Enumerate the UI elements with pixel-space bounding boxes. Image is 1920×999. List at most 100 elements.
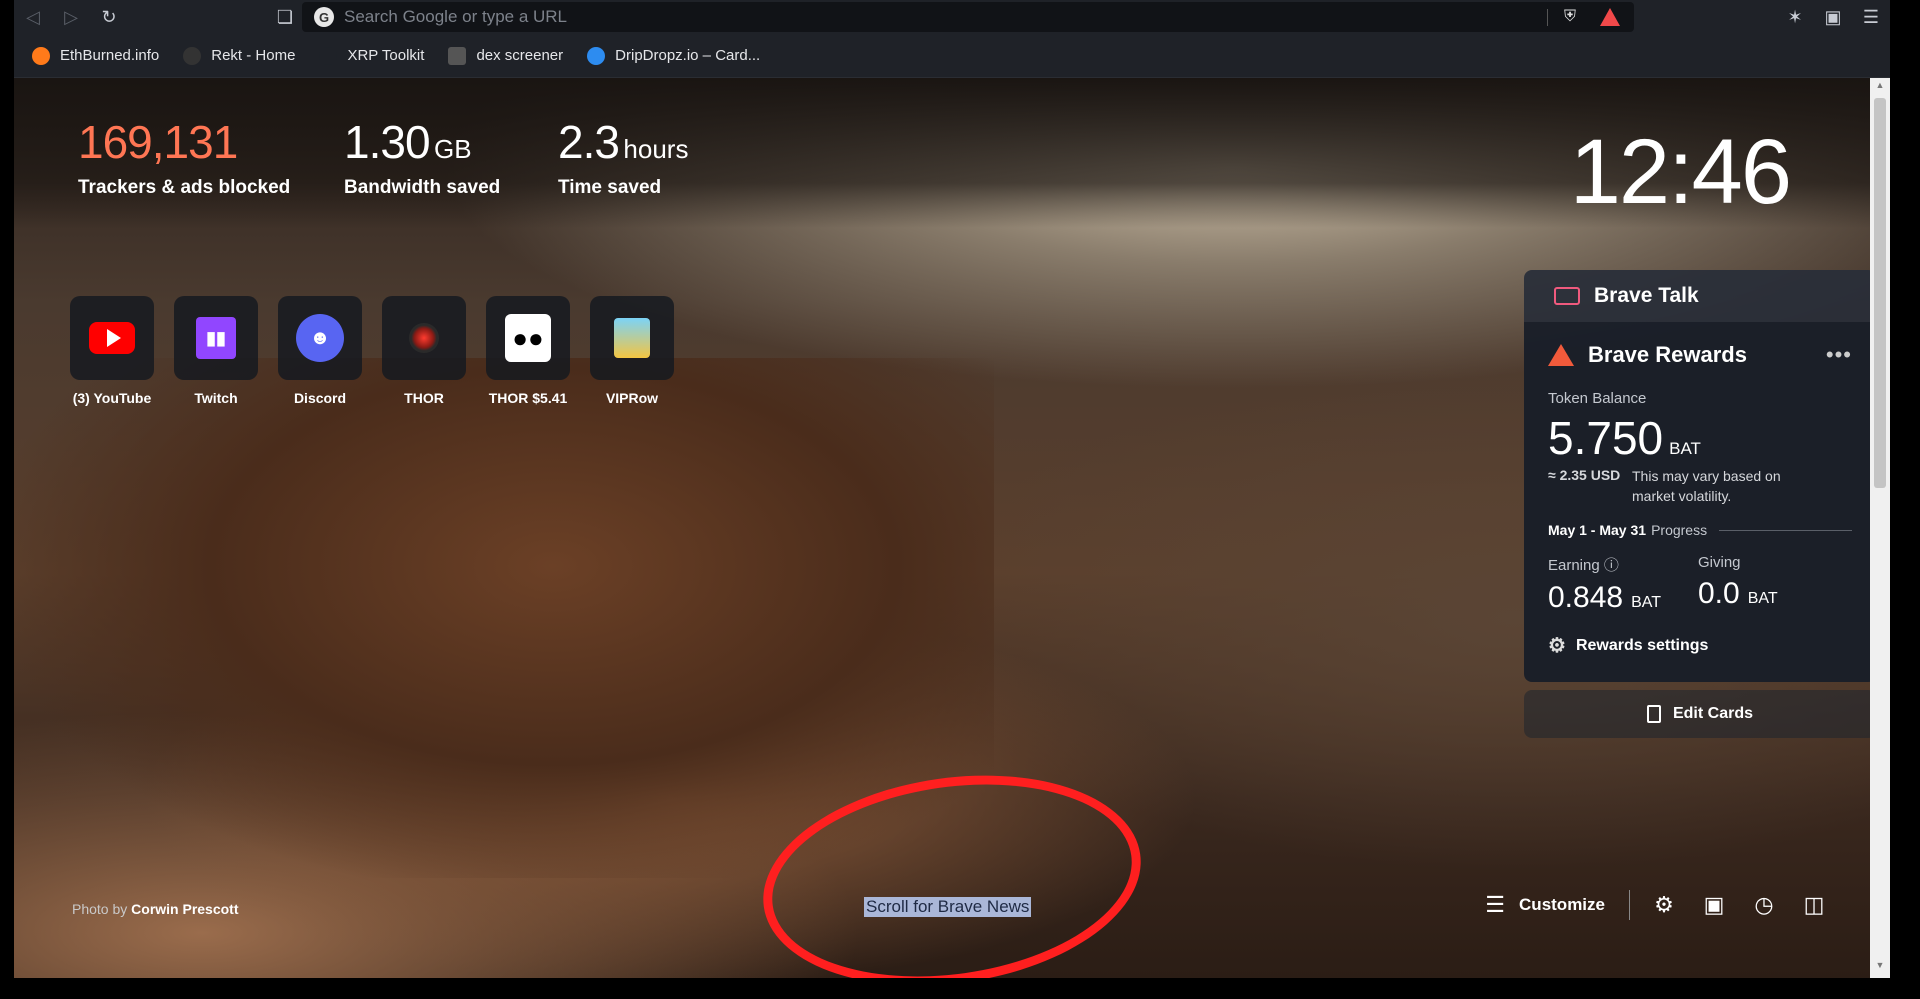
period-dates: May 1 - May 31 bbox=[1548, 522, 1647, 539]
bookmarks-bar: EthBurned.info Rekt - Home XRP Toolkit d… bbox=[14, 34, 1890, 78]
top-site-label: Twitch bbox=[194, 390, 238, 406]
stat-trackers: 169,131 Trackers & ads blocked bbox=[78, 115, 290, 199]
bottom-toolbar: ☰ Customize ⚙ ▣ ◷ ◫ bbox=[1485, 890, 1850, 920]
earning-label: Earning bbox=[1548, 557, 1600, 575]
rewards-settings-link[interactable]: ⚙ Rewards settings bbox=[1548, 633, 1852, 658]
forward-arrow-icon[interactable]: ▷ bbox=[52, 0, 90, 34]
scroll-up-icon[interactable]: ▲ bbox=[1870, 80, 1890, 96]
sliders-icon[interactable]: ☰ bbox=[1485, 892, 1505, 918]
top-site-label: VIPRow bbox=[605, 390, 659, 406]
bookmark-rekt[interactable]: Rekt - Home bbox=[183, 46, 296, 65]
bandwidth-unit: GB bbox=[433, 134, 472, 164]
bandwidth-value: 1.30 bbox=[344, 116, 431, 168]
token-balance-value: 5.750 bbox=[1548, 412, 1664, 464]
browser-toolbar: ◁ ▷ ↻ ❏ G Search Google or type a URL ⛨ … bbox=[14, 0, 1890, 34]
drop-icon bbox=[587, 46, 606, 65]
brave-talk-icon[interactable]: ◫ bbox=[1800, 892, 1828, 918]
rewards-settings-label: Rewards settings bbox=[1575, 636, 1709, 654]
settings-gear-icon[interactable]: ⚙ bbox=[1650, 892, 1678, 918]
photo-credit-author[interactable]: Corwin Prescott bbox=[131, 901, 238, 917]
token-balance-unit: BAT bbox=[1669, 439, 1701, 458]
top-site-label: THOR $5.41 bbox=[488, 390, 568, 406]
bookmarks-icon[interactable]: ▣ bbox=[1700, 892, 1728, 918]
earning-section: Earning ⓘ 0.848 BAT bbox=[1548, 554, 1698, 615]
giving-section: Giving 0.0 BAT bbox=[1698, 554, 1848, 615]
progress-label: Progress bbox=[1651, 522, 1708, 539]
stat-bandwidth: 1.30 GB Bandwidth saved bbox=[344, 115, 500, 199]
extensions-icon[interactable]: ✶ bbox=[1776, 0, 1814, 34]
divider bbox=[1719, 529, 1852, 531]
top-site-label: (3) YouTube bbox=[72, 390, 152, 406]
top-site-thor[interactable]: THOR bbox=[372, 296, 476, 406]
scrollbar-thumb[interactable] bbox=[1874, 98, 1886, 488]
gear-icon: ⚙ bbox=[1548, 635, 1566, 658]
brave-rewards-icon bbox=[1548, 344, 1574, 366]
bookmark-label: Rekt - Home bbox=[211, 47, 296, 64]
top-site-label: THOR bbox=[404, 390, 444, 406]
top-site-youtube[interactable]: (3) YouTube bbox=[60, 296, 164, 406]
top-site-thor-price[interactable]: ●● THOR $5.41 bbox=[476, 296, 580, 406]
edit-cards-label: Edit Cards bbox=[1672, 705, 1753, 722]
trackers-label: Trackers & ads blocked bbox=[78, 177, 291, 198]
brave-rewards-icon[interactable] bbox=[1600, 8, 1620, 26]
bookmark-label: XRP Toolkit bbox=[347, 47, 425, 64]
volatility-note: This may vary based on market volatility… bbox=[1632, 468, 1781, 504]
url-separator bbox=[1547, 9, 1548, 26]
bookmark-label: EthBurned.info bbox=[60, 47, 160, 64]
photo-credit: Photo by Corwin Prescott bbox=[72, 901, 239, 917]
bookmark-icon[interactable]: ❏ bbox=[266, 0, 304, 34]
info-icon[interactable]: ⓘ bbox=[1604, 557, 1619, 574]
brave-rewards-card: Brave Rewards ••• Token Balance 5.750 BA… bbox=[1524, 322, 1876, 682]
trackers-count: 169,131 bbox=[78, 116, 238, 168]
top-site-viprow[interactable]: VIPRow bbox=[580, 296, 684, 406]
brave-talk-title: Brave Talk bbox=[1594, 284, 1699, 307]
history-icon[interactable]: ◷ bbox=[1750, 892, 1778, 918]
bandwidth-label: Bandwidth saved bbox=[344, 177, 501, 198]
address-placeholder[interactable]: Search Google or type a URL bbox=[344, 7, 567, 27]
thor-icon bbox=[409, 323, 439, 353]
back-arrow-icon[interactable]: ◁ bbox=[14, 0, 52, 34]
bookmark-xrp-toolkit[interactable]: XRP Toolkit bbox=[319, 46, 425, 65]
top-sites: (3) YouTube ▮▮ Twitch ☻ Discord THOR ●● … bbox=[60, 296, 684, 406]
bookmark-label: dex screener bbox=[476, 47, 564, 64]
rewards-title: Brave Rewards bbox=[1588, 342, 1747, 367]
time-value: 2.3 bbox=[558, 116, 620, 168]
address-bar[interactable]: G Search Google or type a URL ⛨ bbox=[302, 2, 1634, 32]
wallet-icon[interactable]: ▣ bbox=[1814, 0, 1852, 34]
top-site-discord[interactable]: ☻ Discord bbox=[268, 296, 372, 406]
viprow-icon bbox=[614, 318, 650, 358]
photo-credit-prefix: Photo by bbox=[72, 901, 128, 917]
clock: 12:46 bbox=[1569, 121, 1792, 223]
reload-icon[interactable]: ↻ bbox=[90, 0, 128, 34]
edit-cards-button[interactable]: Edit Cards bbox=[1524, 690, 1876, 738]
earning-value: 0.848 bbox=[1548, 581, 1624, 615]
token-balance-label: Token Balance bbox=[1548, 390, 1647, 407]
brave-shield-icon[interactable]: ⛨ bbox=[1564, 8, 1582, 28]
dex-icon bbox=[448, 46, 467, 65]
page-scrollbar[interactable]: ▲ ▼ bbox=[1870, 78, 1890, 978]
divider bbox=[1629, 890, 1630, 920]
xrp-icon bbox=[319, 46, 338, 65]
bookmark-dripdropz[interactable]: DripDropz.io – Card... bbox=[587, 46, 760, 65]
new-tab-page: 169,131 Trackers & ads blocked 1.30 GB B… bbox=[14, 78, 1890, 978]
customize-button[interactable]: Customize bbox=[1519, 895, 1605, 915]
rekt-icon bbox=[183, 46, 202, 65]
bookmark-dex-screener[interactable]: dex screener bbox=[448, 46, 564, 65]
youtube-icon bbox=[89, 322, 135, 354]
twitch-icon: ▮▮ bbox=[196, 317, 236, 359]
top-site-twitch[interactable]: ▮▮ Twitch bbox=[164, 296, 268, 406]
google-icon: G bbox=[314, 7, 334, 27]
menu-icon[interactable]: ☰ bbox=[1852, 0, 1890, 34]
background-canyon bbox=[14, 358, 994, 878]
video-camera-icon bbox=[1554, 287, 1580, 305]
brave-talk-card[interactable]: Brave Talk bbox=[1524, 270, 1876, 322]
scroll-down-icon[interactable]: ▼ bbox=[1870, 960, 1890, 976]
giving-value: 0.0 bbox=[1698, 577, 1740, 611]
usd-value: ≈ 2.35 USD bbox=[1548, 467, 1621, 483]
flame-icon bbox=[32, 46, 50, 65]
more-options-icon[interactable]: ••• bbox=[1826, 342, 1852, 368]
bookmark-ethburned[interactable]: EthBurned.info bbox=[32, 46, 160, 65]
edit-cards-icon bbox=[1646, 705, 1661, 723]
top-site-label: Discord bbox=[293, 390, 347, 406]
giving-label: Giving bbox=[1698, 554, 1741, 572]
